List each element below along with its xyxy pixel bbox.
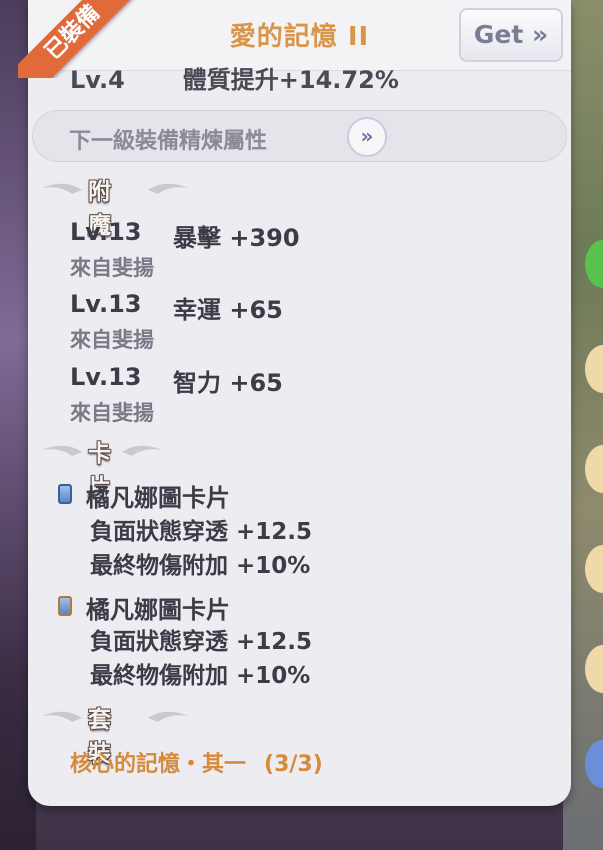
wing-left-icon	[42, 445, 82, 456]
next-refine-label: 下一級裝備精煉屬性	[69, 129, 268, 154]
set-bonus-line: 核心的記憶・其一 (3/3)	[70, 746, 323, 778]
card-effect: 最終物傷附加 +10%	[90, 663, 311, 689]
card-name: 橘凡娜圖卡片	[86, 484, 230, 512]
card-effect: 負面狀態穿透 +12.5	[90, 629, 313, 655]
get-button-label: Get	[473, 20, 524, 49]
wing-right-icon	[122, 445, 162, 456]
card-name: 橘凡娜圖卡片	[86, 596, 230, 624]
card-icon	[58, 484, 72, 504]
equipped-ribbon: 已裝備	[18, 0, 158, 78]
wing-left-icon	[42, 711, 82, 722]
refine-stat: 體質提升+14.72%	[182, 66, 399, 94]
enchant-row-level: Lv.13	[70, 218, 142, 246]
enchant-row-stat: 幸運 +65	[173, 296, 283, 324]
double-chevron-icon[interactable]: »	[347, 117, 387, 157]
enchant-row-stat: 暴擊 +390	[173, 224, 300, 252]
wing-right-icon	[148, 711, 188, 722]
equipped-badge: 已裝備	[18, 0, 146, 78]
set-count: (3/3)	[264, 752, 323, 777]
card-effect: 最終物傷附加 +10%	[90, 553, 311, 579]
equipment-detail-panel: 愛的記憶 II Get » Lv.4 體質提升+14.72% 下一級裝備精煉屬性 …	[28, 0, 571, 806]
enchant-row-source: 來自斐揚	[70, 256, 154, 280]
enchant-row-stat: 智力 +65	[173, 369, 283, 397]
set-name: 核心的記憶・其一	[70, 752, 247, 777]
card-icon	[58, 596, 72, 616]
wing-right-icon	[148, 183, 188, 194]
wing-left-icon	[42, 183, 82, 194]
card-effect: 負面狀態穿透 +12.5	[90, 519, 313, 545]
double-chevron-icon: »	[532, 20, 549, 49]
enchant-row-level: Lv.13	[70, 363, 142, 391]
get-button[interactable]: Get »	[459, 8, 563, 62]
enchant-row-level: Lv.13	[70, 290, 142, 318]
enchant-row-source: 來自斐揚	[70, 328, 154, 352]
enchant-row-source: 來自斐揚	[70, 401, 154, 425]
next-refine-bar[interactable]: 下一級裝備精煉屬性 »	[32, 110, 567, 162]
